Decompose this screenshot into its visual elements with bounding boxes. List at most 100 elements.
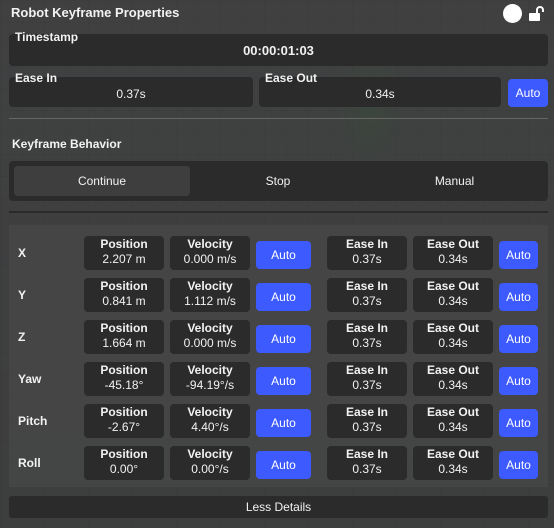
axis-label-x: X	[18, 246, 27, 260]
pitch-ease-out-value: 0.34s	[438, 420, 468, 434]
pitch-motion-auto-button[interactable]: Auto	[256, 409, 311, 437]
behavior-option-continue[interactable]: Continue	[14, 166, 190, 196]
y-velocity-value: 1.112 m/s	[184, 294, 236, 308]
x-position-label: Position	[100, 237, 148, 251]
x-velocity-field[interactable]: Velocity 0.000 m/s	[170, 236, 250, 270]
ease-in-value: 0.37s	[116, 87, 146, 101]
circle-icon[interactable]	[503, 4, 522, 23]
x-ease-auto-button[interactable]: Auto	[499, 241, 538, 269]
ease-auto-button[interactable]: Auto	[508, 79, 548, 107]
keyframe-properties-panel: Robot Keyframe Properties Timestamp 00:0…	[0, 0, 554, 528]
x-position-value: 2.207 m	[102, 252, 146, 266]
y-ease-in-value: 0.37s	[352, 294, 382, 308]
x-ease-in-label: Ease In	[345, 237, 389, 251]
z-velocity-field[interactable]: Velocity 0.000 m/s	[170, 320, 250, 354]
z-position-value: 1.664 m	[102, 336, 146, 350]
y-ease-out-label: Ease Out	[426, 279, 480, 293]
x-ease-out-value: 0.34s	[438, 252, 468, 266]
y-position-field[interactable]: Position 0.841 m	[84, 278, 164, 312]
ease-in-field[interactable]: Ease In 0.37s	[9, 71, 253, 107]
y-ease-out-field[interactable]: Ease Out 0.34s	[413, 278, 493, 312]
x-velocity-value: 0.000 m/s	[183, 252, 237, 266]
pitch-ease-in-value: 0.37s	[352, 420, 382, 434]
y-velocity-label: Velocity	[187, 279, 233, 293]
pitch-position-label: Position	[100, 405, 148, 419]
less-details-button[interactable]: Less Details	[9, 496, 548, 518]
pitch-ease-in-label: Ease In	[345, 405, 389, 419]
roll-ease-auto-button[interactable]: Auto	[499, 451, 538, 479]
roll-position-label: Position	[100, 447, 148, 461]
axis-label-y: Y	[18, 288, 27, 302]
roll-ease-out-label: Ease Out	[426, 447, 480, 461]
yaw-ease-in-label: Ease In	[345, 363, 389, 377]
timestamp-field[interactable]: Timestamp 00:00:01:03	[9, 30, 548, 66]
behavior-option-manual[interactable]: Manual	[366, 166, 543, 196]
pitch-ease-auto-button[interactable]: Auto	[499, 409, 538, 437]
y-position-label: Position	[100, 279, 148, 293]
y-ease-auto-button[interactable]: Auto	[499, 283, 538, 311]
z-velocity-label: Velocity	[187, 321, 233, 335]
ease-out-field[interactable]: Ease Out 0.34s	[259, 71, 501, 107]
z-motion-auto-button[interactable]: Auto	[256, 325, 311, 353]
y-velocity-field[interactable]: Velocity 1.112 m/s	[170, 278, 250, 312]
axis-label-pitch: Pitch	[18, 414, 48, 428]
y-ease-in-label: Ease In	[345, 279, 389, 293]
roll-motion-auto-button[interactable]: Auto	[256, 451, 311, 479]
z-ease-auto-button[interactable]: Auto	[499, 325, 538, 353]
z-ease-out-field[interactable]: Ease Out 0.34s	[413, 320, 493, 354]
yaw-position-label: Position	[100, 363, 148, 377]
roll-velocity-field[interactable]: Velocity 0.00°/s	[170, 446, 250, 480]
x-ease-out-field[interactable]: Ease Out 0.34s	[413, 236, 493, 270]
z-ease-out-label: Ease Out	[426, 321, 480, 335]
y-ease-out-value: 0.34s	[438, 294, 468, 308]
x-ease-in-value: 0.37s	[352, 252, 382, 266]
pitch-ease-out-field[interactable]: Ease Out 0.34s	[413, 404, 493, 438]
unlock-icon[interactable]	[528, 5, 544, 22]
roll-position-value: 0.00°	[109, 462, 139, 476]
z-ease-in-field[interactable]: Ease In 0.37s	[327, 320, 407, 354]
yaw-ease-out-field[interactable]: Ease Out 0.34s	[413, 362, 493, 396]
x-position-field[interactable]: Position 2.207 m	[84, 236, 164, 270]
yaw-ease-in-field[interactable]: Ease In 0.37s	[327, 362, 407, 396]
pitch-position-field[interactable]: Position -2.67°	[84, 404, 164, 438]
axis-label-roll: Roll	[18, 456, 41, 470]
pitch-ease-out-label: Ease Out	[426, 405, 480, 419]
roll-ease-in-field[interactable]: Ease In 0.37s	[327, 446, 407, 480]
yaw-motion-auto-button[interactable]: Auto	[256, 367, 311, 395]
y-ease-in-field[interactable]: Ease In 0.37s	[327, 278, 407, 312]
axis-label-z: Z	[18, 330, 26, 344]
x-ease-out-label: Ease Out	[426, 237, 480, 251]
ease-in-label: Ease In	[15, 71, 58, 85]
x-velocity-label: Velocity	[187, 237, 233, 251]
yaw-ease-auto-button[interactable]: Auto	[499, 367, 538, 395]
roll-velocity-value: 0.00°/s	[191, 462, 229, 476]
yaw-velocity-field[interactable]: Velocity -94.19°/s	[170, 362, 250, 396]
yaw-position-value: -45.18°	[104, 378, 144, 392]
divider	[9, 211, 548, 213]
yaw-ease-out-label: Ease Out	[426, 363, 480, 377]
axis-label-yaw: Yaw	[18, 372, 42, 386]
yaw-position-field[interactable]: Position -45.18°	[84, 362, 164, 396]
roll-ease-in-value: 0.37s	[352, 462, 382, 476]
pitch-velocity-value: 4.40°/s	[191, 420, 229, 434]
pitch-ease-in-field[interactable]: Ease In 0.37s	[327, 404, 407, 438]
pitch-velocity-field[interactable]: Velocity 4.40°/s	[170, 404, 250, 438]
ease-out-value: 0.34s	[365, 87, 395, 101]
yaw-velocity-label: Velocity	[187, 363, 233, 377]
pitch-velocity-label: Velocity	[187, 405, 233, 419]
timestamp-value: 00:00:01:03	[243, 43, 314, 58]
x-ease-in-field[interactable]: Ease In 0.37s	[327, 236, 407, 270]
roll-ease-in-label: Ease In	[345, 447, 389, 461]
z-position-label: Position	[100, 321, 148, 335]
z-position-field[interactable]: Position 1.664 m	[84, 320, 164, 354]
ease-out-label: Ease Out	[265, 71, 318, 85]
roll-position-field[interactable]: Position 0.00°	[84, 446, 164, 480]
y-motion-auto-button[interactable]: Auto	[256, 283, 311, 311]
keyframe-behavior-title: Keyframe Behavior	[12, 137, 122, 151]
behavior-option-stop[interactable]: Stop	[191, 166, 365, 196]
timestamp-label: Timestamp	[15, 30, 79, 44]
y-position-value: 0.841 m	[102, 294, 146, 308]
x-motion-auto-button[interactable]: Auto	[256, 241, 311, 269]
roll-ease-out-field[interactable]: Ease Out 0.34s	[413, 446, 493, 480]
panel-title: Robot Keyframe Properties	[11, 5, 180, 20]
